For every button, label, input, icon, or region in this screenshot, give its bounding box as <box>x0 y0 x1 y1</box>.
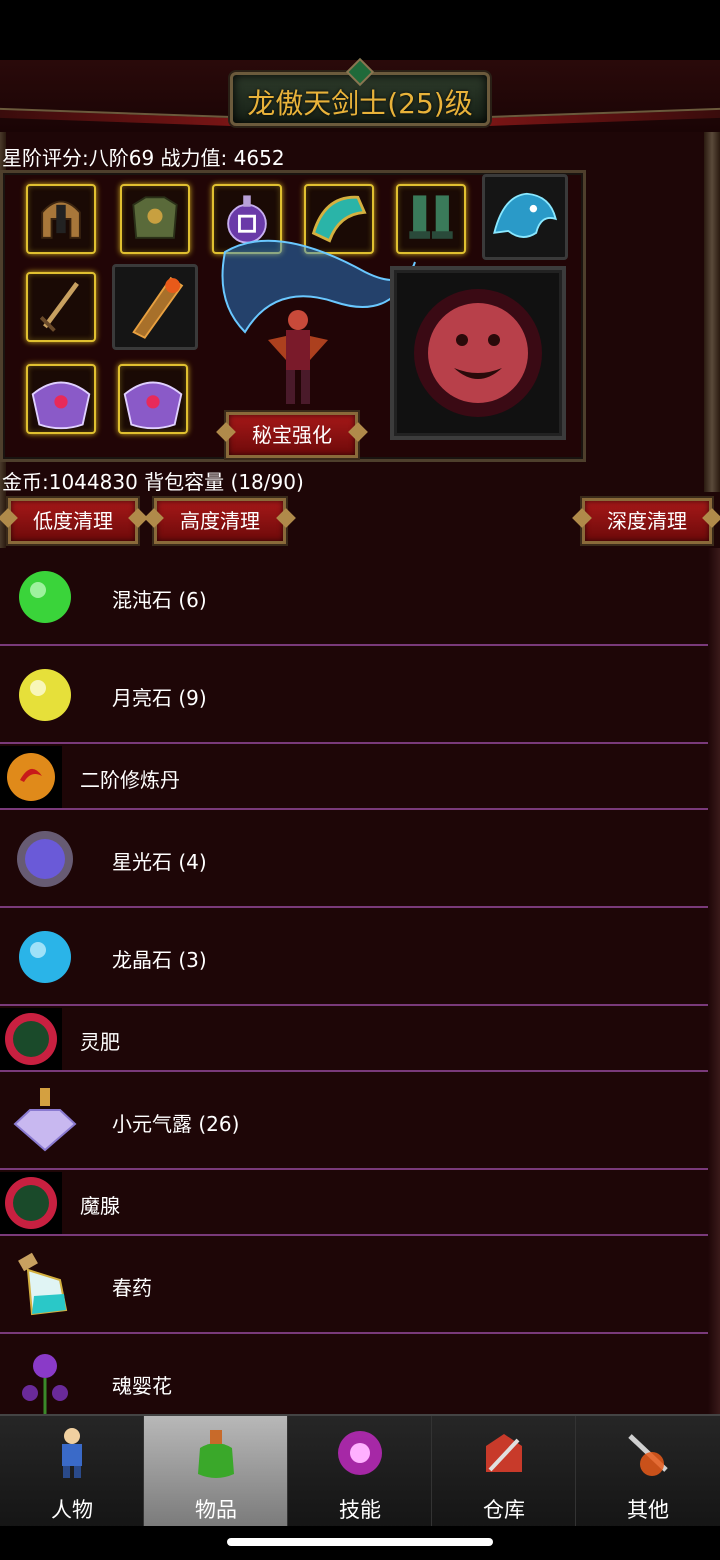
character-icon <box>62 1428 82 1478</box>
item-label: 二阶修炼丹 <box>80 768 180 792</box>
list-item[interactable]: 春药 <box>0 1236 720 1334</box>
purple-orb-icon <box>10 824 80 894</box>
green-orb-icon <box>10 562 80 632</box>
sword-slot[interactable] <box>26 272 96 342</box>
helmet-icon <box>41 200 81 239</box>
ring-icon <box>31 381 91 430</box>
diamond-bottle-icon <box>10 1086 80 1156</box>
deep-clean-button[interactable]: 深度清理 <box>582 498 712 544</box>
ring-slot-2[interactable] <box>118 364 188 434</box>
list-item[interactable]: 魔腺 <box>0 1170 720 1236</box>
tab-skill[interactable]: 技能 <box>288 1416 432 1528</box>
title-ornament-left <box>0 107 235 127</box>
item-list: 混沌石 (6) 月亮石 (9) 二阶修炼丹 星光石 (4) 龙晶石 (3) 灵肥 <box>0 548 720 1414</box>
frame-border-right <box>704 132 720 492</box>
yellow-orb-icon <box>10 660 80 730</box>
blue-orb-icon <box>10 922 80 992</box>
mount-slot[interactable] <box>482 174 568 260</box>
list-item[interactable]: 龙晶石 (3) <box>0 908 720 1006</box>
other-icon <box>628 1434 668 1476</box>
item-label: 灵肥 <box>80 1030 120 1054</box>
weapon-icon <box>132 276 184 339</box>
flower-icon <box>10 1348 80 1414</box>
armor-icon <box>132 196 178 239</box>
tab-other[interactable]: 其他 <box>576 1416 720 1528</box>
rating-text: 星阶评分:八阶69 战力值: 4652 <box>2 146 285 170</box>
item-label: 春药 <box>112 1276 152 1300</box>
tab-label: 仓库 <box>483 1498 525 1522</box>
ring-icon <box>123 381 183 430</box>
dark-orb-icon <box>0 1008 62 1070</box>
dark-orb-icon <box>0 1172 62 1234</box>
item-label: 月亮石 (9) <box>112 686 207 710</box>
list-item[interactable]: 小元气露 (26) <box>0 1072 720 1170</box>
treasure-enhance-button[interactable]: 秘宝强化 <box>226 412 358 458</box>
list-item[interactable]: 魂婴花 <box>0 1334 720 1414</box>
list-item[interactable]: 混沌石 (6) <box>0 548 720 646</box>
mount-icon <box>493 192 557 238</box>
page-title: 龙傲天剑士(25)级 <box>247 87 473 120</box>
item-label: 龙晶石 (3) <box>112 948 207 972</box>
weapon-slot[interactable] <box>112 264 198 350</box>
title-ornament-right <box>485 107 720 127</box>
tab-character[interactable]: 人物 <box>0 1416 144 1528</box>
list-scroll-edge <box>708 548 720 1414</box>
character-figure <box>268 310 328 404</box>
status-bar <box>0 0 720 60</box>
pet-portrait[interactable] <box>390 266 566 440</box>
tab-label: 其他 <box>627 1498 669 1522</box>
warehouse-icon <box>486 1434 522 1472</box>
pill-icon <box>0 746 62 808</box>
home-indicator[interactable] <box>227 1538 493 1546</box>
helmet-slot[interactable] <box>26 184 96 254</box>
bottom-tab-bar: 人物 物品 技能 仓库 其他 <box>0 1414 720 1528</box>
tab-label: 人物 <box>51 1498 93 1522</box>
skill-icon <box>338 1431 382 1475</box>
tiger-icon <box>414 289 542 417</box>
tab-warehouse[interactable]: 仓库 <box>432 1416 576 1528</box>
items-bag-icon <box>198 1430 234 1478</box>
high-clean-button[interactable]: 高度清理 <box>154 498 286 544</box>
tab-label: 物品 <box>195 1498 237 1522</box>
item-label: 魔腺 <box>80 1194 120 1218</box>
tab-label: 技能 <box>339 1498 381 1522</box>
item-label: 魂婴花 <box>112 1374 172 1398</box>
list-item[interactable]: 灵肥 <box>0 1006 720 1072</box>
ring-slot-1[interactable] <box>26 364 96 434</box>
list-item[interactable]: 月亮石 (9) <box>0 646 720 744</box>
bag-info-text: 金币:1044830 背包容量 (18/90) <box>2 470 304 494</box>
item-label: 小元气露 (26) <box>112 1112 240 1136</box>
sword-icon <box>39 282 79 332</box>
tab-items[interactable]: 物品 <box>144 1416 288 1528</box>
item-label: 混沌石 (6) <box>112 588 207 612</box>
item-label: 星光石 (4) <box>112 850 207 874</box>
armor-slot[interactable] <box>120 184 190 254</box>
list-item[interactable]: 星光石 (4) <box>0 810 720 908</box>
low-clean-button[interactable]: 低度清理 <box>8 498 138 544</box>
potion-bottle-icon <box>10 1250 80 1320</box>
list-item[interactable]: 二阶修炼丹 <box>0 744 720 810</box>
